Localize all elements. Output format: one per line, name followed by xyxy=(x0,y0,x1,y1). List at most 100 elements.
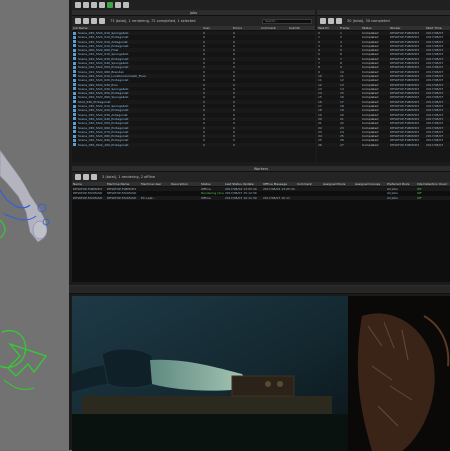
job-status-icon xyxy=(73,83,76,87)
job-status-icon xyxy=(73,95,76,99)
pin-icon[interactable] xyxy=(91,18,97,24)
job-status-icon xyxy=(73,52,76,56)
monitor-icon[interactable] xyxy=(91,2,97,8)
workers-table-body: DESKTOP-FLBM2D3 DESKTOP-FLBM2D3 Offline 201… xyxy=(72,187,450,200)
box-knob-1 xyxy=(265,381,271,387)
job-status-icon xyxy=(73,121,76,125)
col-task-id[interactable]: Task ID xyxy=(317,26,339,30)
worker-assigned-pools xyxy=(322,196,354,200)
worker-idle-detection: Off xyxy=(417,195,422,200)
task-worker: DESKTOP-FLBM2D3 xyxy=(390,142,420,147)
workers-col[interactable]: Assigned Pools xyxy=(322,182,354,186)
tasks-summary: 30 (total), 30 completed xyxy=(347,19,390,23)
col-job-name[interactable]: Job Name xyxy=(72,26,202,30)
col-submit[interactable]: Submit xyxy=(288,26,315,30)
job-status-icon xyxy=(73,74,76,78)
render-view xyxy=(69,285,450,451)
task-frame: 27 xyxy=(340,142,344,147)
worker-status: Offline xyxy=(201,195,211,200)
job-status-icon xyxy=(73,31,76,35)
task-row[interactable]: 26 27 Completed DESKTOP-FLBM2D3 2017/08/07 xyxy=(317,142,450,148)
filter-icon[interactable] xyxy=(75,18,81,24)
3d-viewport[interactable] xyxy=(0,0,69,450)
workers-col[interactable]: Status xyxy=(200,182,224,186)
job-status-icon xyxy=(73,104,76,108)
jobs-table-body: Scene_030_Shot_010_Spongebob 0 0 Scene_030_… xyxy=(72,31,315,148)
render-view-titlebar xyxy=(69,286,450,294)
worker-user: EC-Lapt... xyxy=(141,195,156,200)
job-status-icon xyxy=(73,100,76,104)
task-id: 26 xyxy=(318,142,322,147)
job-status-icon xyxy=(73,130,76,134)
new-job-icon[interactable] xyxy=(75,2,81,8)
workers-col[interactable]: Machine Name xyxy=(106,182,140,186)
settings-icon[interactable] xyxy=(91,174,97,180)
jobs-summary: 73 (total), 1 rendering, 72 completed, 1… xyxy=(110,19,196,23)
jobs-toolbar: 73 (total), 1 rendering, 72 completed, 1… xyxy=(72,16,315,26)
workers-col[interactable]: Comment xyxy=(296,182,322,186)
folder-icon[interactable] xyxy=(99,2,105,8)
col-start-time[interactable]: Start Time xyxy=(425,26,450,30)
job-status-icon xyxy=(73,138,76,142)
worker-name: DESKTOP-FACMASD xyxy=(73,195,103,200)
col-user[interactable]: User xyxy=(202,26,232,30)
col-errors[interactable]: Errors xyxy=(232,26,260,30)
job-row[interactable]: Scene_030_Shot_100_Protagonist 0 0 xyxy=(72,142,315,148)
task-status: Completed xyxy=(362,142,379,147)
tasks-toolbar: 30 (total), 30 completed xyxy=(317,16,450,26)
filter-icon[interactable] xyxy=(75,174,81,180)
tasks-panel: 30 (total), 30 completed Task ID Frame S… xyxy=(317,10,450,162)
col-comment[interactable]: Comment xyxy=(260,26,288,30)
user-icon[interactable] xyxy=(83,2,89,8)
worker-comment xyxy=(296,196,322,200)
job-status-icon xyxy=(73,44,76,48)
render-icon[interactable] xyxy=(107,2,113,8)
scene-box xyxy=(231,375,295,397)
workers-col[interactable]: Offline Message xyxy=(262,182,296,186)
workers-col[interactable]: Preferred Pools xyxy=(386,182,416,186)
worker-row[interactable]: DESKTOP-FACMASD DESKTOP-FACMASD EC-Lapt...… xyxy=(72,195,450,200)
workers-col[interactable]: Assigned Groups xyxy=(354,182,386,186)
job-status-icon xyxy=(73,78,76,82)
render-frame-image[interactable] xyxy=(72,296,450,451)
jobs-search-input[interactable]: Search... xyxy=(262,18,312,24)
worker-description xyxy=(170,196,200,200)
gear-icon[interactable] xyxy=(123,2,129,8)
job-status-icon xyxy=(73,143,76,147)
settings-icon[interactable] xyxy=(99,18,105,24)
job-status-icon xyxy=(73,57,76,61)
job-status-icon xyxy=(73,48,76,52)
col-frame[interactable]: Frame xyxy=(339,26,361,30)
workers-col[interactable]: Machine User xyxy=(140,182,170,186)
main-toolbar xyxy=(72,0,450,10)
filter-icon[interactable] xyxy=(320,18,326,24)
workers-summary: 3 (total), 1 rendering, 2 offline xyxy=(102,175,156,179)
camera-icon[interactable] xyxy=(115,2,121,8)
job-name: Scene_030_Shot_100_Protagonist xyxy=(78,142,129,147)
box-knob-2 xyxy=(277,381,283,387)
settings-icon[interactable] xyxy=(336,18,342,24)
pin-icon[interactable] xyxy=(83,174,89,180)
worker-updated: 2017/08/07 10:11:30 xyxy=(225,195,257,200)
col-worker[interactable]: Worker xyxy=(389,26,425,30)
job-status-icon xyxy=(73,70,76,74)
sleeve xyxy=(101,348,155,389)
job-status-icon xyxy=(73,91,76,95)
user-icon[interactable] xyxy=(83,18,89,24)
pin-icon[interactable] xyxy=(328,18,334,24)
col-status[interactable]: Status xyxy=(361,26,389,30)
scene-shelf xyxy=(82,396,332,416)
hand-mesh[interactable] xyxy=(32,220,48,240)
workers-col[interactable]: Description xyxy=(170,182,200,186)
task-start: 2017/08/07 xyxy=(426,142,444,147)
workers-toolbar: 3 (total), 1 rendering, 2 offline xyxy=(72,172,450,182)
scene-floor xyxy=(72,414,348,451)
workers-col[interactable]: Last Status Update xyxy=(224,182,262,186)
job-errors: 0 xyxy=(233,142,235,147)
worker-assigned-groups xyxy=(354,196,386,200)
worker-preferred-pools: All Jobs xyxy=(387,195,398,200)
job-status-icon xyxy=(73,35,76,39)
workers-col[interactable]: Idle Detection Overr xyxy=(416,182,450,186)
job-status-icon xyxy=(73,113,76,117)
workers-col[interactable]: Name xyxy=(72,182,106,186)
